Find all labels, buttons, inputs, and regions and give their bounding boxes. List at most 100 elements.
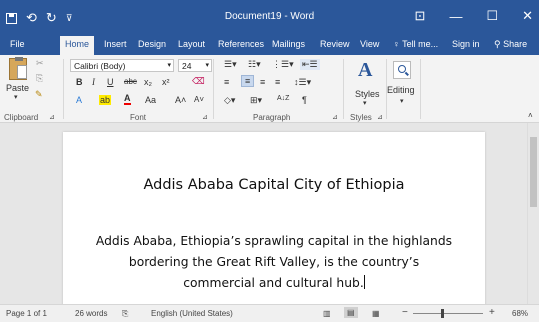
paragraph-group-label: Paragraph xyxy=(253,113,291,122)
format-painter-icon[interactable]: ✎ xyxy=(35,89,43,100)
font-size-combo[interactable]: 24 ▾ xyxy=(178,59,212,72)
window-controls: ⊡ — ☐ ✕ xyxy=(415,8,533,24)
ribbon-home: Paste ▾ ✂ ⎘ ✎ Clipboard ⊿ Calibri (Body)… xyxy=(0,55,539,123)
divider xyxy=(63,59,64,119)
tab-home[interactable]: Home xyxy=(60,36,95,55)
italic-button[interactable]: I xyxy=(92,77,95,87)
sign-in-link[interactable]: Sign in xyxy=(452,39,480,49)
strikethrough-button[interactable]: abc xyxy=(124,77,137,86)
styles-label: Styles xyxy=(355,89,380,99)
multilevel-list-icon[interactable]: ⋮☰▾ xyxy=(272,59,294,70)
ribbon-tabs: File Home Insert Design Layout Reference… xyxy=(0,35,539,55)
indent-icon[interactable]: ⇤☰ xyxy=(300,59,320,70)
tab-references[interactable]: References xyxy=(218,39,264,49)
tab-mailings[interactable]: Mailings xyxy=(272,39,305,49)
editing-button[interactable]: Editing ▾ xyxy=(387,59,419,109)
font-launcher-icon[interactable]: ⊿ xyxy=(202,113,208,121)
print-layout-icon[interactable]: ▤ xyxy=(344,307,358,318)
restore-icon[interactable]: ☐ xyxy=(486,8,498,24)
clipboard-group-label: Clipboard xyxy=(4,113,39,122)
status-bar: Page 1 of 1 26 words ⎘ English (United S… xyxy=(0,304,539,322)
underline-button[interactable]: U xyxy=(107,77,114,87)
editing-label: Editing xyxy=(387,85,415,95)
proofing-icon[interactable]: ⎘ xyxy=(122,309,128,319)
vertical-scrollbar[interactable] xyxy=(527,123,539,304)
paste-button[interactable]: Paste ▾ xyxy=(6,57,30,101)
sort-button[interactable]: A↓Z xyxy=(277,95,289,102)
clear-formatting-icon[interactable]: ⌫ xyxy=(192,76,205,87)
language-indicator[interactable]: English (United States) xyxy=(151,309,233,318)
title-bar: ⟲ ↻ ⊽ Document19 - Word ⊡ — ☐ ✕ xyxy=(0,0,539,35)
zoom-in-button[interactable]: + xyxy=(489,307,495,318)
chevron-down-icon: ▾ xyxy=(400,98,404,105)
lightbulb-icon: ♀ xyxy=(393,39,400,49)
change-case-button[interactable]: Aa xyxy=(145,95,156,105)
clipboard-launcher-icon[interactable]: ⊿ xyxy=(49,113,55,121)
bold-button[interactable]: B xyxy=(76,77,83,87)
highlight-button[interactable]: ab xyxy=(99,95,112,105)
web-layout-icon[interactable]: ▦ xyxy=(372,309,380,318)
align-center-icon[interactable]: ≡ xyxy=(241,75,255,87)
divider xyxy=(343,59,344,119)
document-page[interactable]: Addis Ababa Capital City of Ethiopia Add… xyxy=(63,132,485,312)
document-body-text: Addis Ababa, Ethiopia’s sprawling capita… xyxy=(95,234,453,290)
borders-icon[interactable]: ⊞▾ xyxy=(250,95,262,106)
font-name-combo[interactable]: Calibri (Body) ▾ xyxy=(70,59,174,72)
read-mode-icon[interactable]: ▥ xyxy=(323,309,331,318)
text-effects-button[interactable]: A xyxy=(76,95,82,105)
styles-launcher-icon[interactable]: ⊿ xyxy=(377,113,383,121)
font-size-value: 24 xyxy=(182,61,192,71)
share-person-icon: ⚲ xyxy=(494,39,501,49)
numbering-icon[interactable]: ☷▾ xyxy=(248,59,261,70)
justify-icon[interactable]: ≡ xyxy=(275,77,280,87)
zoom-level[interactable]: 68% xyxy=(512,309,528,318)
cut-icon[interactable]: ✂ xyxy=(36,58,44,69)
chevron-down-icon: ▾ xyxy=(167,62,171,69)
document-canvas: Addis Ababa Capital City of Ethiopia Add… xyxy=(0,123,539,312)
page-count[interactable]: Page 1 of 1 xyxy=(6,309,47,318)
shading-icon[interactable]: ◇▾ xyxy=(224,95,235,106)
paste-label: Paste xyxy=(6,83,30,93)
tell-me-box[interactable]: ♀ Tell me... xyxy=(393,39,438,49)
share-button[interactable]: ⚲ Share xyxy=(494,39,527,50)
superscript-button[interactable]: x² xyxy=(162,77,170,87)
share-label: Share xyxy=(503,39,528,49)
grow-font-button[interactable]: A˄ xyxy=(175,95,186,105)
tab-file[interactable]: File xyxy=(10,39,25,49)
document-title-text: Addis Ababa Capital City of Ethiopia xyxy=(143,177,405,193)
show-formatting-button[interactable]: ¶ xyxy=(302,95,307,105)
align-left-icon[interactable]: ≡ xyxy=(224,77,229,87)
font-color-button[interactable]: A xyxy=(124,94,131,105)
tab-view[interactable]: View xyxy=(360,39,379,49)
chevron-down-icon: ▾ xyxy=(14,94,18,101)
copy-icon[interactable]: ⎘ xyxy=(36,73,43,84)
styles-button[interactable]: A Styles ▾ xyxy=(350,59,384,109)
font-group-label: Font xyxy=(130,113,147,122)
tab-insert[interactable]: Insert xyxy=(104,39,127,49)
document-body-paragraph: Addis Ababa, Ethiopia’s sprawling capita… xyxy=(93,231,455,294)
shrink-font-button[interactable]: A˅ xyxy=(194,95,204,104)
chevron-down-icon: ▾ xyxy=(205,62,209,69)
bullets-icon[interactable]: ☰▾ xyxy=(224,59,237,70)
collapse-ribbon-icon[interactable]: ˄ xyxy=(528,111,533,120)
clipboard-icon xyxy=(9,57,27,80)
minimize-icon[interactable]: — xyxy=(449,9,462,24)
chevron-down-icon: ▾ xyxy=(363,100,367,107)
styles-icon: A xyxy=(358,59,373,81)
tab-layout[interactable]: Layout xyxy=(178,39,205,49)
paragraph-launcher-icon[interactable]: ⊿ xyxy=(332,113,338,121)
tab-review[interactable]: Review xyxy=(320,39,350,49)
close-icon[interactable]: ✕ xyxy=(522,8,533,24)
subscript-button[interactable]: x₂ xyxy=(144,77,152,87)
line-spacing-icon[interactable]: ↕☰▾ xyxy=(294,77,311,88)
align-right-icon[interactable]: ≡ xyxy=(260,77,265,87)
ribbon-display-options-icon[interactable]: ⊡ xyxy=(415,8,426,24)
zoom-slider[interactable] xyxy=(413,309,483,318)
divider xyxy=(420,59,421,119)
text-caret xyxy=(363,275,365,289)
tab-design[interactable]: Design xyxy=(138,39,166,49)
scrollbar-thumb[interactable] xyxy=(530,137,537,207)
zoom-slider-thumb[interactable] xyxy=(441,309,444,318)
word-count[interactable]: 26 words xyxy=(75,309,107,318)
zoom-out-button[interactable]: − xyxy=(402,307,408,318)
